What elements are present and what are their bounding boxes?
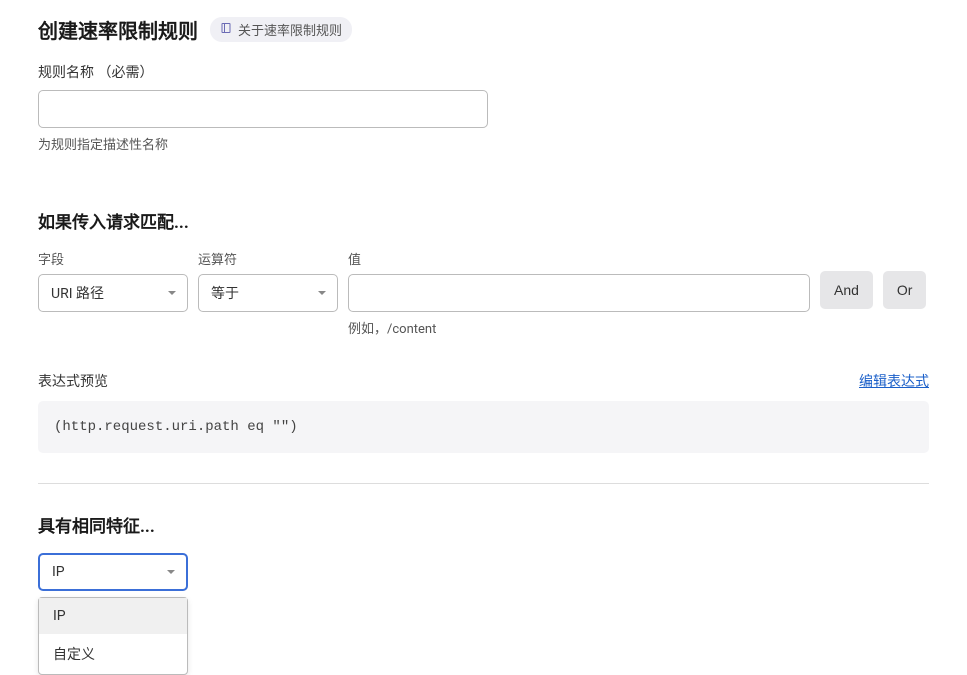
- help-link-text: 关于速率限制规则: [238, 20, 342, 39]
- field-label: 字段: [38, 249, 188, 268]
- characteristics-title: 具有相同特征...: [38, 512, 929, 537]
- characteristics-select[interactable]: IP: [38, 553, 188, 591]
- field-select[interactable]: URI 路径: [38, 274, 188, 312]
- and-button[interactable]: And: [820, 271, 873, 309]
- divider: [38, 483, 929, 484]
- rule-name-hint: 为规则指定描述性名称: [38, 134, 929, 153]
- edit-expression-link[interactable]: 编辑表达式: [859, 371, 929, 391]
- dropdown-option-custom[interactable]: 自定义: [39, 634, 187, 674]
- chevron-down-icon: [317, 288, 327, 298]
- book-icon: [220, 22, 232, 38]
- rule-name-input[interactable]: [38, 90, 488, 128]
- characteristics-dropdown: IP 自定义: [38, 597, 188, 675]
- match-section-title: 如果传入请求匹配...: [38, 208, 929, 233]
- page-title: 创建速率限制规则: [38, 15, 198, 44]
- help-link[interactable]: 关于速率限制规则: [210, 17, 352, 42]
- chevron-down-icon: [167, 288, 177, 298]
- expression-preview-label: 表达式预览: [38, 371, 108, 391]
- rule-name-label: 规则名称 （必需）: [38, 62, 929, 82]
- value-hint: 例如，/content: [348, 318, 810, 337]
- operator-select[interactable]: 等于: [198, 274, 338, 312]
- operator-select-value: 等于: [211, 283, 239, 303]
- or-button[interactable]: Or: [883, 271, 927, 309]
- chevron-down-icon: [166, 567, 176, 577]
- field-select-value: URI 路径: [51, 283, 104, 303]
- dropdown-option-ip[interactable]: IP: [39, 598, 187, 634]
- operator-label: 运算符: [198, 249, 338, 268]
- expression-preview-box: (http.request.uri.path eq ""): [38, 401, 929, 453]
- value-label: 值: [348, 249, 810, 268]
- value-input[interactable]: [348, 274, 810, 312]
- characteristics-select-value: IP: [52, 564, 65, 580]
